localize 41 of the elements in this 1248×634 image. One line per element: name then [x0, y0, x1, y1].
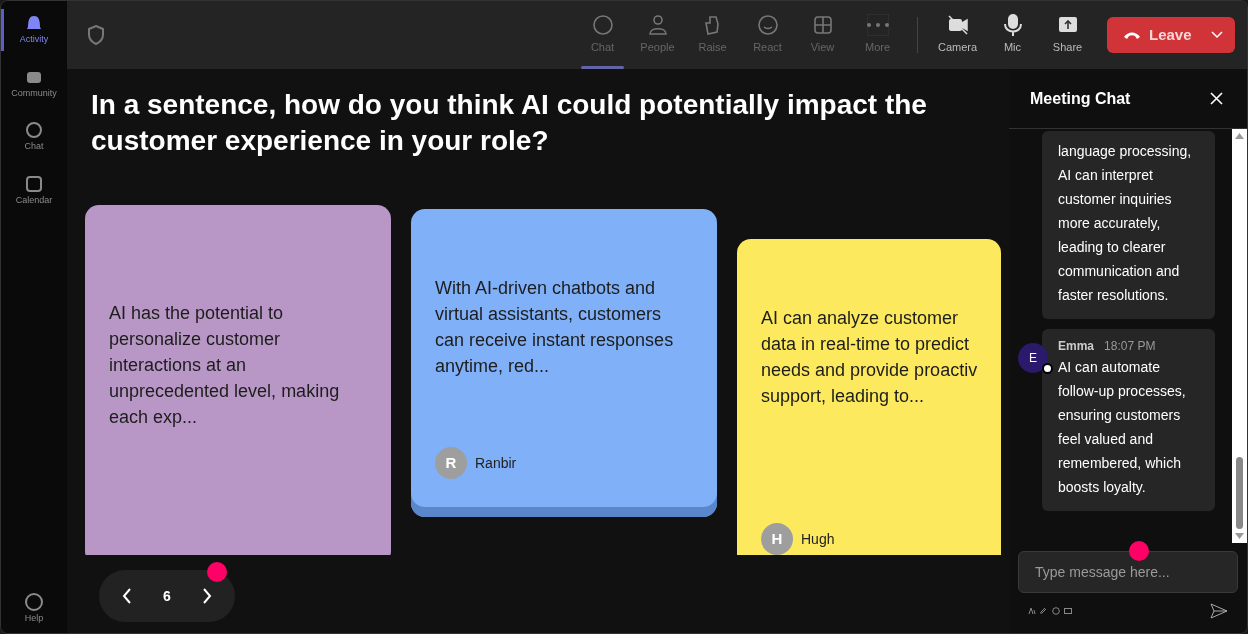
scroll-up-icon[interactable]: [1235, 133, 1244, 139]
rail-item[interactable]: Chat: [1, 116, 67, 158]
avatar: H: [761, 523, 793, 555]
help-button[interactable]: Help: [24, 591, 44, 625]
more-icon: [866, 14, 889, 37]
smiley-icon: [756, 14, 779, 37]
toolbar-button[interactable]: Share: [1040, 1, 1095, 69]
author-name: Ranbir: [475, 453, 517, 473]
shield-icon: [87, 25, 105, 45]
rail-item[interactable]: Calendar: [1, 169, 67, 211]
phone-hangup-icon: [1123, 30, 1141, 40]
card-text: AI can analyze customer data in real-time to predict needs and provide proactiv support, leading to...: [761, 307, 979, 408]
question-heading: In a sentence, how do you think AI could potentially impact the customer experience in your role?: [90, 88, 928, 158]
rail-item[interactable]: Activity: [1, 9, 67, 51]
rail-item[interactable]: Community: [1, 62, 67, 104]
send-icon[interactable]: [1210, 603, 1228, 619]
message-text: language processing, AI can interpret customer inquiries more accurately, leading to clearer communication and faster resolutions.: [1058, 142, 1193, 305]
avatar: R: [435, 447, 467, 479]
timestamp: 18:07 PM: [1104, 338, 1156, 355]
message-input[interactable]: Type message here...: [1018, 551, 1238, 593]
camera-off-icon: [946, 14, 969, 37]
page-number: 6: [163, 586, 171, 606]
card-text: AI has the potential to personalize customer interactions at an unprecedented level, making each exp...: [109, 302, 341, 429]
author-name: Hugh: [801, 529, 835, 549]
leave-button[interactable]: Leave: [1107, 17, 1235, 53]
chat-title: Meeting Chat: [1030, 88, 1131, 109]
toolbar-button[interactable]: Camera: [930, 1, 985, 69]
sender-name: Emma: [1058, 338, 1095, 355]
close-icon: [1209, 92, 1223, 105]
chevron-down-icon: [1211, 31, 1223, 39]
microphone-icon: [1001, 14, 1024, 37]
chevron-right-icon: [202, 588, 212, 604]
message-text: AI can automate follow-up processes, ensuring customers feel valued and remembered, which boosts loyalty.: [1058, 358, 1187, 497]
scrollbar-thumb[interactable]: [1236, 457, 1243, 529]
chevron-left-icon: [122, 588, 132, 604]
person-icon: [646, 14, 669, 37]
format-icon[interactable]: [1028, 607, 1036, 615]
grid-icon: [811, 14, 834, 37]
card-text: With AI-driven chatbots and virtual assistants, customers can receive instant responses anytime, red...: [435, 277, 675, 378]
toolbar-button[interactable]: Mic: [985, 1, 1040, 69]
scroll-down-icon[interactable]: [1235, 533, 1244, 539]
